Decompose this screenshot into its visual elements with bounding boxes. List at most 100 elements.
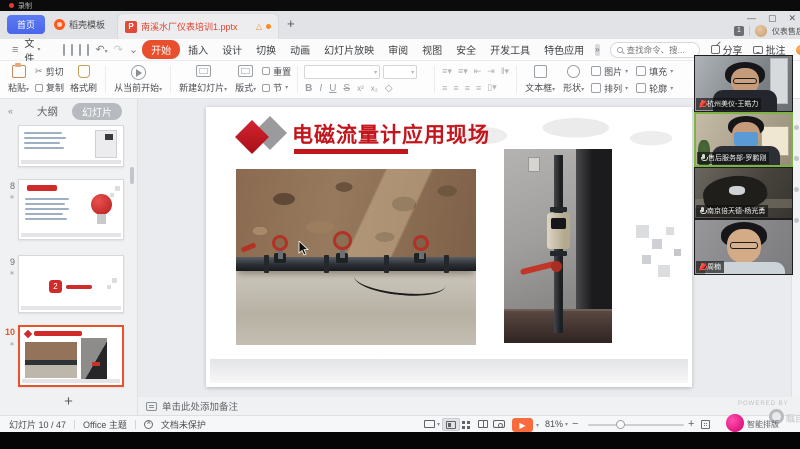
participant-video-2[interactable]: 售后服务部-罗鹏刚 <box>694 112 793 167</box>
ribbon-tab-special[interactable]: 特色应用 <box>538 40 590 59</box>
zoom-out-button[interactable]: − <box>572 416 578 432</box>
new-tab-button[interactable]: + <box>287 16 295 31</box>
rail-icon[interactable] <box>794 218 799 223</box>
italic-button[interactable]: I <box>319 83 322 94</box>
command-search[interactable] <box>610 42 700 58</box>
undo-icon[interactable]: ↶▾ <box>95 43 107 56</box>
participant-video-1[interactable]: 杭州美仪-王皓力 <box>694 55 793 112</box>
bold-button[interactable]: B <box>305 83 312 94</box>
assistant-logo-icon[interactable] <box>726 414 744 432</box>
new-slide-button[interactable]: 新建幻灯片▾ <box>175 63 231 96</box>
home-tab[interactable]: 首页 <box>7 15 45 34</box>
preview-icon[interactable] <box>87 44 89 56</box>
line-spacing-icon[interactable]: ‖▾ <box>501 66 509 77</box>
promo-button[interactable]: 有奖赏 ▾ <box>796 42 800 57</box>
print-icon[interactable] <box>71 44 73 56</box>
redo-icon[interactable]: ↷ <box>114 43 123 56</box>
export-icon[interactable] <box>79 44 81 56</box>
section-button[interactable]: 节▾ <box>260 81 293 94</box>
font-family-select[interactable]: ▾ <box>304 65 380 79</box>
outline-button[interactable]: 轮廓▾ <box>636 82 673 95</box>
align-right-icon[interactable]: ≡ <box>465 83 470 93</box>
play-from-current-button[interactable]: 从当前开始▾ <box>110 63 166 96</box>
photo-indoor-flowmeter[interactable] <box>504 149 612 343</box>
projector-button[interactable] <box>493 416 505 432</box>
ribbon-tab-devtools[interactable]: 开发工具 <box>484 40 536 59</box>
paste-button[interactable]: 粘贴▾ <box>4 63 33 96</box>
indent-increase-icon[interactable]: ⇥ <box>487 66 495 77</box>
slide-title[interactable]: 电磁流量计应用现场 <box>292 119 490 149</box>
layout-button[interactable]: 版式▾ <box>231 63 260 96</box>
cut-button[interactable]: ✂剪切 <box>33 65 66 78</box>
add-slide-button[interactable]: + <box>0 393 137 413</box>
fill-button[interactable]: 填充▾ <box>636 65 673 78</box>
account-area[interactable]: 1 仪表售后 <box>734 25 800 37</box>
slideshow-play-button[interactable]: ▶▾ <box>512 417 539 432</box>
superscript-button[interactable]: x² <box>357 84 364 93</box>
save-icon[interactable] <box>63 44 65 56</box>
align-center-icon[interactable]: ≡ <box>453 83 458 93</box>
search-input[interactable] <box>627 45 689 55</box>
zoom-slider-track[interactable] <box>588 424 684 426</box>
font-size-select[interactable]: ▾ <box>383 65 417 79</box>
ribbon-tab-transitions[interactable]: 切换 <box>250 40 282 59</box>
slides-tab[interactable]: 幻灯片 <box>72 103 122 120</box>
zoom-in-button[interactable]: + <box>688 416 694 432</box>
minimize-button[interactable]: — <box>747 13 756 24</box>
ribbon-tab-animations[interactable]: 动画 <box>284 40 316 59</box>
protection-status[interactable]: 文档未保护 <box>161 418 206 431</box>
columns-icon[interactable]: ▯▾ <box>487 82 496 93</box>
format-painter-button[interactable]: 格式刷 <box>66 63 101 96</box>
participant-video-3[interactable]: 南京倍天德-杨光勇 <box>694 167 793 219</box>
picture-button[interactable]: 图片▾ <box>591 65 628 78</box>
collapse-panel-icon[interactable]: « <box>8 106 13 116</box>
indent-decrease-icon[interactable]: ⇤ <box>474 66 482 77</box>
view-mode-button[interactable]: ▾ <box>424 416 440 432</box>
ribbon-tab-review[interactable]: 审阅 <box>382 40 414 59</box>
textbox-button[interactable]: 文本框▾ <box>521 63 559 96</box>
slide-thumbnail-10-current[interactable] <box>18 325 124 387</box>
rail-icon[interactable] <box>794 156 799 161</box>
ribbon-tab-security[interactable]: 安全 <box>450 40 482 59</box>
close-button[interactable]: ✕ <box>788 13 796 24</box>
maximize-button[interactable]: ▢ <box>768 13 777 24</box>
reading-view-button[interactable] <box>478 416 488 432</box>
theme-name[interactable]: Office 主题 <box>83 418 127 431</box>
participant-video-4[interactable]: 周楠 <box>694 219 793 275</box>
more-tabs-icon[interactable]: » <box>595 44 599 56</box>
ribbon-tab-insert[interactable]: 插入 <box>182 40 214 59</box>
ribbon-tab-slideshow[interactable]: 幻灯片放映 <box>318 40 380 59</box>
zoom-level[interactable]: 81%▾ <box>545 416 568 432</box>
rail-icon[interactable] <box>794 125 799 130</box>
slide-thumbnail-7[interactable] <box>18 125 124 167</box>
copy-button[interactable]: 复制 <box>33 81 66 94</box>
slide-thumbnail-9[interactable]: 2 <box>18 255 124 313</box>
quick-access-icon[interactable]: ⌄ <box>129 43 138 56</box>
slide-sorter-button[interactable] <box>462 416 470 432</box>
photo-outdoor-pipeline[interactable] <box>236 169 476 345</box>
clear-format-icon[interactable]: ◇ <box>385 83 393 94</box>
fit-to-window-button[interactable] <box>701 416 710 432</box>
underline-button[interactable]: U <box>329 83 336 94</box>
document-tab[interactable]: P 南溪水厂仪表培训1.pptx △ <box>117 13 279 39</box>
notes-bar[interactable]: 单击此处添加备注 <box>138 397 800 415</box>
ribbon-tab-home[interactable]: 开始 <box>142 40 180 59</box>
zoom-slider-knob[interactable] <box>616 420 625 429</box>
bullets-icon[interactable]: ≡▾ <box>442 66 452 77</box>
rail-icon[interactable] <box>794 187 799 192</box>
normal-view-button[interactable] <box>442 418 460 431</box>
align-left-icon[interactable]: ≡ <box>442 83 447 93</box>
file-menu[interactable]: ≡ 文件 ▾ <box>9 35 40 65</box>
panel-scrollbar[interactable] <box>130 167 134 184</box>
arrange-button[interactable]: 排列▾ <box>591 82 628 95</box>
slide-10[interactable]: 电磁流量计应用现场 <box>206 107 692 387</box>
docer-templates-tab[interactable]: 稻壳模板 <box>50 15 109 34</box>
ribbon-tab-design[interactable]: 设计 <box>216 40 248 59</box>
reset-button[interactable]: 重置 <box>260 65 293 78</box>
slide-thumbnail-8[interactable] <box>18 179 124 240</box>
ribbon-tab-view[interactable]: 视图 <box>416 40 448 59</box>
strikethrough-button[interactable]: S <box>343 83 350 94</box>
subscript-button[interactable]: x₂ <box>371 84 378 93</box>
shapes-button[interactable]: 形状▾ <box>559 63 588 96</box>
justify-icon[interactable]: ≡ <box>476 83 481 93</box>
